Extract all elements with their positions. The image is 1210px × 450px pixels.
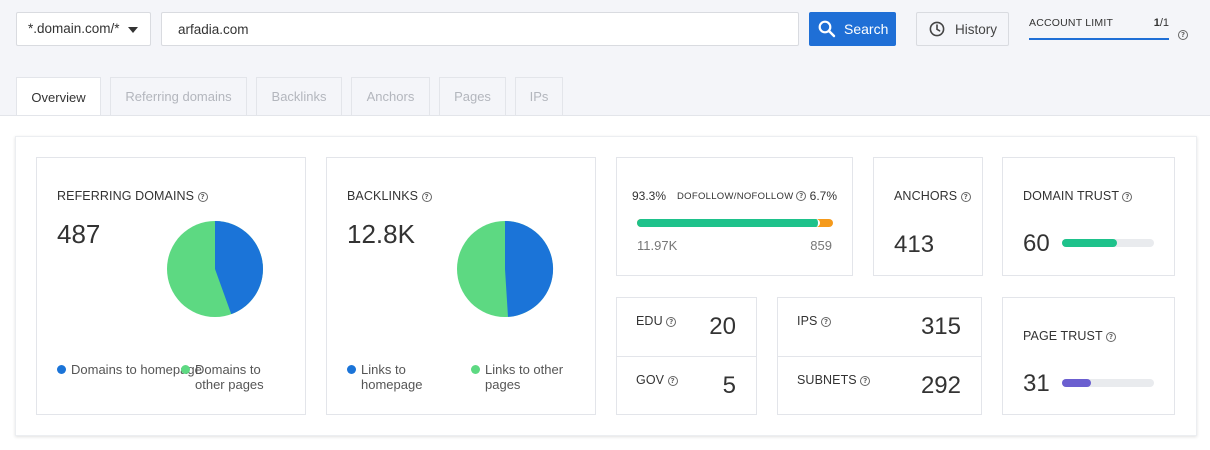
legend-domains-other-pages: Domains to other pages (181, 362, 291, 392)
dofollow-nofollow-title: DOFOLLOW/NOFOLLOW ? (677, 191, 807, 202)
referring-domains-card: REFERRING DOMAINS ? 487 Domains to homep… (36, 157, 306, 415)
search-icon (818, 20, 836, 38)
backlinks-value: 12.8K (347, 219, 415, 249)
dofollow-percent: 93.3% (632, 189, 667, 203)
domain-trust-bar-fill (1062, 239, 1118, 247)
referring-domains-pie (167, 221, 263, 317)
search-button[interactable]: Search (809, 12, 896, 46)
help-circle-icon[interactable]: ? (667, 375, 678, 386)
dofollow-count: 11.97K (637, 238, 678, 253)
ips-title: IPS ? (797, 314, 832, 328)
referring-domains-title: REFERRING DOMAINS ? (57, 189, 208, 203)
referring-domains-value: 487 (57, 219, 101, 249)
domain-trust-card: DOMAIN TRUST ? 60 (1002, 157, 1175, 276)
gov-value: 5 (722, 372, 736, 399)
help-circle-icon[interactable]: ? (421, 191, 432, 202)
domain-trust-value: 60 (1023, 230, 1050, 257)
scope-select-value: *.domain.com/* (28, 21, 120, 36)
dofollow-nofollow-card: 93.3% DOFOLLOW/NOFOLLOW ? 6.7% 11.97K 85… (616, 157, 853, 276)
tab-pages[interactable]: Pages (439, 77, 506, 115)
divider (778, 356, 981, 357)
history-button[interactable]: History (916, 12, 1009, 46)
page-trust-bar (1062, 379, 1154, 387)
edu-title: EDU ? (636, 314, 677, 328)
dofollow-bar (637, 219, 833, 227)
page-trust-title: PAGE TRUST ? (1023, 329, 1117, 343)
account-limit-value: 1/1 (1153, 17, 1169, 29)
page-trust-bar-fill (1062, 379, 1091, 387)
help-circle-icon[interactable]: ? (960, 191, 971, 202)
page-trust-card: PAGE TRUST ? 31 (1002, 297, 1175, 415)
scope-select[interactable]: *.domain.com/* (16, 12, 151, 46)
help-circle-icon[interactable]: ? (666, 316, 677, 327)
nofollow-count: 859 (810, 238, 832, 253)
ips-value: 315 (920, 313, 961, 340)
clock-icon (929, 21, 945, 37)
edu-gov-card: EDU ? 20 GOV ? 5 (616, 297, 757, 415)
legend-dot (181, 365, 190, 374)
anchors-card: ANCHORS ? 413 (873, 157, 983, 276)
help-circle-icon[interactable]: ? (821, 316, 832, 327)
domain-input[interactable] (161, 12, 799, 46)
edu-value: 20 (709, 313, 736, 340)
account-limit-label: ACCOUNT LIMIT (1029, 17, 1114, 29)
dofollow-bar-fill (637, 219, 820, 227)
nofollow-percent: 6.7% (809, 189, 837, 203)
tab-ips[interactable]: IPs (515, 77, 563, 115)
tab-referring-domains[interactable]: Referring domains (110, 77, 247, 115)
pie-slice-homepage (505, 220, 554, 317)
page-trust-value: 31 (1023, 370, 1050, 397)
legend-dot (347, 365, 356, 374)
domain-trust-title: DOMAIN TRUST ? (1023, 189, 1133, 203)
history-button-label: History (955, 21, 998, 37)
divider (617, 356, 756, 357)
anchors-value: 413 (894, 231, 935, 258)
search-button-label: Search (844, 21, 889, 37)
backlinks-title: BACKLINKS ? (347, 189, 432, 203)
domain-trust-bar (1062, 239, 1154, 247)
legend-dot (471, 365, 480, 374)
account-limit: ACCOUNT LIMIT 1/1 (1029, 16, 1169, 40)
anchors-title: ANCHORS ? (894, 189, 971, 203)
legend-dot (57, 365, 66, 374)
help-circle-icon[interactable]: ? (1122, 191, 1133, 202)
help-circle-icon[interactable]: ? (796, 191, 807, 202)
help-circle-icon[interactable]: ? (197, 191, 208, 202)
legend-links-other-pages: Links to other pages (471, 362, 581, 392)
help-circle-icon[interactable]: ? (1178, 30, 1188, 40)
backlinks-pie (457, 220, 554, 317)
legend-links-homepage: Links to homepage (347, 362, 437, 392)
help-circle-icon[interactable]: ? (860, 375, 871, 386)
subnets-title: SUBNETS ? (797, 373, 871, 387)
subnets-value: 292 (920, 372, 961, 399)
backlinks-card: BACKLINKS ? 12.8K Links to homepage Link… (326, 157, 596, 415)
tab-overview[interactable]: Overview (16, 77, 101, 116)
help-circle-icon[interactable]: ? (1106, 331, 1117, 342)
ips-subnets-card: IPS ? 315 SUBNETS ? 292 (777, 297, 982, 415)
tab-bar: Overview Referring domains Backlinks Anc… (16, 77, 563, 116)
caret-down-icon (128, 27, 138, 33)
gov-title: GOV ? (636, 373, 678, 387)
tab-anchors[interactable]: Anchors (351, 77, 430, 115)
tab-backlinks[interactable]: Backlinks (256, 77, 342, 115)
